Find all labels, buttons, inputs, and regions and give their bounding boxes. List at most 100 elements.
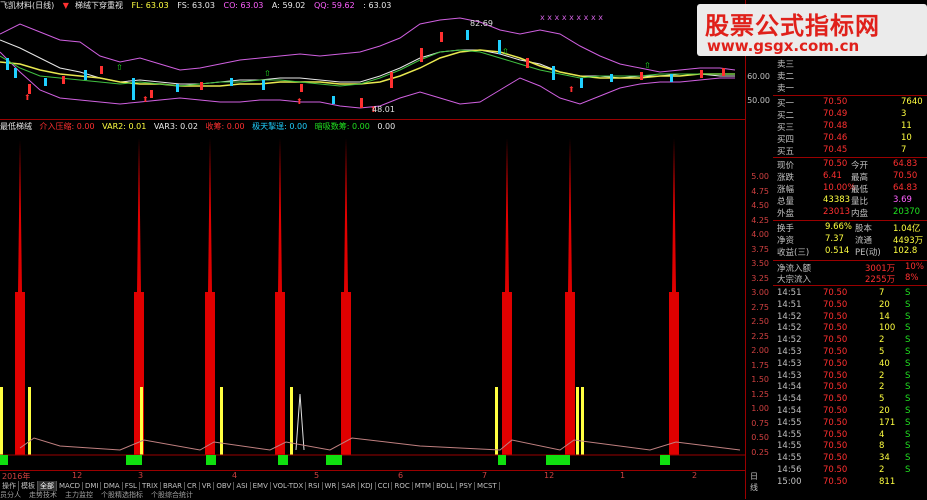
date-label: 5 [314, 471, 320, 480]
axis-tick: 0.50 [751, 433, 769, 442]
tick-row[interactable]: 14:54 70.50 5 S [775, 394, 925, 406]
indicator-tab[interactable]: DMA [101, 482, 123, 490]
stat-label: 流通 [855, 236, 873, 246]
indicator-tab[interactable]: DMI [83, 482, 102, 490]
indicator-tab[interactable]: FSL [123, 482, 140, 490]
stat-row[interactable]: 现价 70.50 今开 64.83 [775, 159, 925, 171]
stat-row[interactable]: 净资 7.37 流通 4493万 [775, 234, 925, 246]
bid-row[interactable]: 买三 70.48 11 [775, 121, 925, 133]
price-chart[interactable]: ⬆ ⇧ ⬆ ⇧ ⬆ ⬆ ⇧ ⬆ ⇧ x x x x x x x x x 82.6… [0, 12, 745, 119]
stat-value: 20370 [893, 207, 921, 217]
ma-yellow-line [0, 49, 735, 87]
tick-price: 70.50 [823, 311, 848, 322]
ask-row[interactable]: 卖三 [775, 58, 925, 70]
tick-time: 14:54 [777, 382, 802, 393]
stat-label: 内盘 [851, 209, 869, 219]
red-spikes [15, 138, 679, 455]
bottom-tab[interactable]: 个股综合统计 [151, 491, 193, 499]
tick-row[interactable]: 14:55 70.50 4 S [775, 430, 925, 442]
tick-row[interactable]: 15:00 70.50 811 [775, 477, 925, 489]
bid-row[interactable]: 买二 70.49 3 [775, 109, 925, 121]
tick-row[interactable]: 14:51 70.50 20 S [775, 300, 925, 312]
ask-row[interactable]: 卖一 [775, 82, 925, 94]
indicator-tab[interactable]: BRAR [161, 482, 185, 490]
tick-volume: 2 [879, 370, 885, 381]
axis-tick: 1.50 [751, 375, 769, 384]
indicator-tab[interactable]: MTM [413, 482, 435, 490]
tick-row[interactable]: 14:52 70.50 14 S [775, 312, 925, 324]
tick-time: 14:53 [777, 358, 802, 369]
axis-tick: 4.00 [751, 230, 769, 239]
stat-value: 0.514 [825, 246, 850, 256]
bollinger-upper-line [0, 17, 736, 73]
indicator-tab[interactable]: KDJ [359, 482, 376, 490]
stat-row[interactable]: 外盘 23013 内盘 20370 [775, 207, 925, 219]
indicator-chart[interactable] [0, 132, 745, 467]
flow-row[interactable]: 大宗流入 2255万 8% [775, 273, 925, 285]
tick-price: 70.50 [823, 406, 848, 416]
indicator-tab[interactable]: VOL-TDX [271, 482, 307, 490]
indicator-tab[interactable]: BOLL [434, 482, 458, 490]
tick-row[interactable]: 14:53 70.50 40 S [775, 359, 925, 371]
tick-volume: 811 [879, 476, 896, 487]
formula-arrow-icon: ▼ [62, 1, 69, 10]
indicator-tab[interactable]: SAR [339, 482, 359, 490]
indicator-tab[interactable]: RSI [306, 482, 323, 490]
indicator-tab[interactable]: VR [200, 482, 215, 490]
stat-row[interactable]: 收益(三) 0.514 PE(动) 102.8 [775, 246, 925, 258]
tick-row[interactable]: 14:56 70.50 2 S [775, 465, 925, 477]
tick-row[interactable]: 14:54 70.50 20 S [775, 406, 925, 418]
fs-value: FS: 63.03 [177, 1, 215, 10]
tick-row[interactable]: 14:52 70.50 2 S [775, 335, 925, 347]
tick-row[interactable]: 14:53 70.50 5 S [775, 347, 925, 359]
stat-row[interactable]: 总量 43383 量比 3.69 [775, 195, 925, 207]
indicator-tab[interactable]: ROC [392, 482, 413, 490]
tick-side: S [905, 288, 911, 298]
tick-price: 70.50 [823, 358, 848, 369]
stat-value: 9.66% [825, 222, 853, 232]
stat-row[interactable]: 涨跌 6.41 最高 70.50 [775, 171, 925, 183]
indicator-tab[interactable]: MACD [57, 482, 83, 490]
tick-row[interactable]: 14:51 70.50 7 S [775, 288, 925, 300]
bottom-tab[interactable]: 个股精选指标 [101, 491, 143, 499]
stat-row[interactable]: 换手 9.66% 股本 1.04亿 [775, 222, 925, 234]
indicator-tab[interactable]: CCI [376, 482, 393, 490]
tick-row[interactable]: 14:55 70.50 34 S [775, 453, 925, 465]
tick-row[interactable]: 14:55 70.50 171 S [775, 418, 925, 430]
stock-name[interactable]: 飞凯材料(日线) [0, 1, 54, 10]
stat-value: 23013 [823, 207, 851, 217]
tick-side: S [905, 323, 911, 334]
bottom-tab[interactable]: 员分人 [0, 491, 21, 499]
formula-name[interactable]: 梯绒下穿重视 [75, 1, 123, 10]
ask-row[interactable]: 卖二 [775, 70, 925, 82]
tick-row[interactable]: 14:53 70.50 2 S [775, 371, 925, 383]
flow-pct: 10% [905, 262, 924, 272]
indicator-tab[interactable]: OBV [214, 482, 235, 490]
indicator-tab[interactable]: ASI [234, 482, 251, 490]
bid-row[interactable]: 买五 70.45 7 [775, 145, 925, 157]
bottom-tab[interactable]: 主力监控 [65, 491, 93, 499]
period-label[interactable]: 日线 [750, 471, 758, 493]
bid-row[interactable]: 买四 70.46 10 [775, 133, 925, 145]
tick-volume: 40 [879, 358, 890, 369]
indicator-tab[interactable]: WR [323, 482, 340, 490]
bid-volume: 10 [901, 133, 912, 143]
indicator-tab[interactable]: TRIX [140, 482, 161, 490]
stat-row[interactable]: 涨幅 10.00% 最低 64.83 [775, 183, 925, 195]
indicator-tab[interactable]: CR [185, 482, 200, 490]
tick-side: S [905, 429, 911, 440]
indicator-name[interactable]: 最低梯绒 [0, 122, 32, 131]
tick-row[interactable]: 14:54 70.50 2 S [775, 382, 925, 394]
indicator-tab[interactable]: PSY [457, 482, 476, 490]
tick-row[interactable]: 14:52 70.50 100 S [775, 323, 925, 335]
upper-tick: 50.00 [747, 96, 770, 105]
svg-text:⬆: ⬆ [296, 97, 303, 106]
indicator-tab[interactable]: EMV [251, 482, 271, 490]
bottom-tabs: 员分人 走势技术 主力监控 个股精选指标 个股综合统计 [0, 490, 745, 499]
bottom-tab[interactable]: 走势技术 [29, 491, 57, 499]
bid-row[interactable]: 买一 70.50 7640 [775, 97, 925, 109]
tick-row[interactable]: 14:55 70.50 8 S [775, 441, 925, 453]
ind-flag: 暗吸数筹: 0.00 [314, 122, 370, 131]
axis-tick: 1.00 [751, 404, 769, 413]
indicator-tab[interactable]: MCST [475, 482, 500, 490]
